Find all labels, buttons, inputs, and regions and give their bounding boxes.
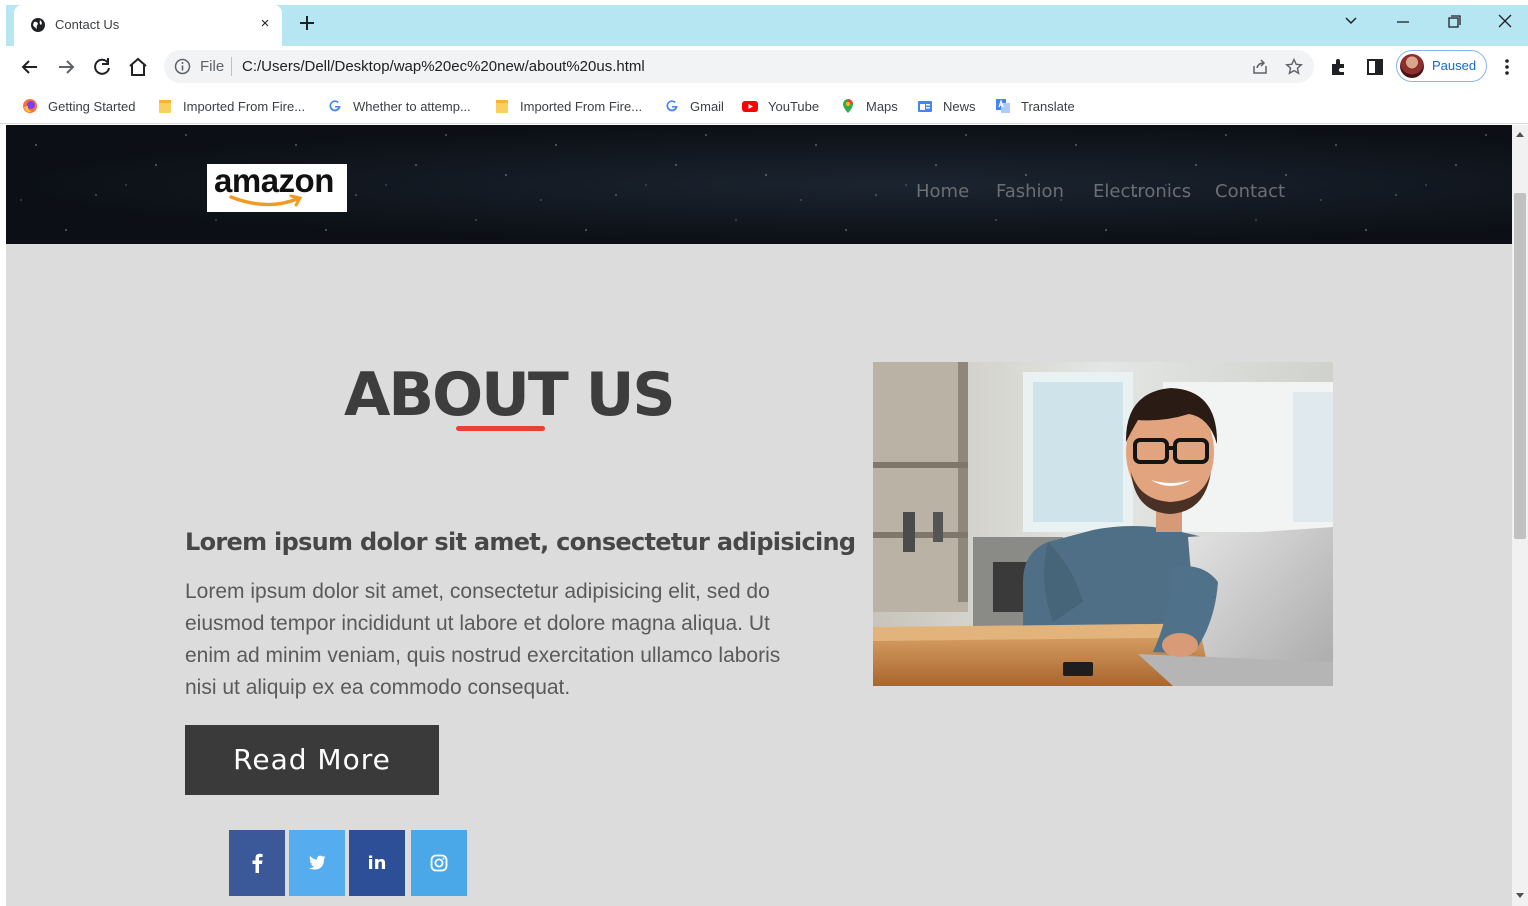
translate-icon (995, 98, 1011, 114)
bookmark-label: Gmail (690, 98, 724, 114)
nav-contact[interactable]: Contact (1215, 181, 1285, 202)
bookmarks-bar: Getting Started Imported From Fire... Wh… (0, 88, 1528, 124)
address-url[interactable]: C:/Users/Dell/Desktop/wap%20ec%20new/abo… (242, 58, 645, 75)
forward-arrow-icon[interactable] (54, 55, 78, 79)
title-underline (456, 426, 545, 431)
bookmark-youtube[interactable]: YouTube (742, 95, 819, 117)
twitter-icon (308, 855, 326, 870)
scroll-down-arrow-icon[interactable] (1516, 893, 1524, 898)
bookmark-whether-to-attempt[interactable]: Whether to attemp... (327, 95, 471, 117)
logo-wordmark: amazon (214, 162, 334, 199)
bookmark-label: Imported From Fire... (183, 98, 306, 114)
more-menu-icon[interactable] (1496, 56, 1518, 78)
reload-icon[interactable] (90, 55, 114, 79)
bookmark-label: Imported From Fire... (520, 98, 643, 114)
about-lead-heading: Lorem ipsum dolor sit amet, consectetur … (185, 528, 856, 556)
youtube-icon (742, 98, 758, 114)
share-icon[interactable] (1250, 57, 1270, 77)
bookmark-gmail[interactable]: Gmail (664, 95, 724, 117)
nav-home[interactable]: Home (916, 181, 969, 202)
avatar (1400, 54, 1424, 78)
bookmark-label: Translate (1021, 98, 1075, 114)
home-icon[interactable] (126, 55, 150, 79)
tab-title: Contact Us (55, 17, 120, 32)
browser-tab[interactable]: Contact Us × (14, 5, 282, 46)
profile-button[interactable]: Paused (1396, 50, 1487, 82)
instagram-button[interactable] (411, 830, 467, 896)
bookmark-label: Maps (866, 98, 898, 114)
profile-status-label: Paused (1432, 58, 1477, 73)
globe-icon (31, 18, 45, 32)
scheme-label: File (200, 58, 225, 75)
close-window-icon[interactable] (1492, 10, 1518, 32)
info-icon[interactable] (174, 58, 191, 75)
google-icon (327, 98, 343, 114)
twitter-button[interactable] (289, 830, 345, 896)
side-panel-icon[interactable] (1364, 56, 1386, 78)
nav-electronics[interactable]: Electronics (1093, 181, 1191, 202)
page-scrollbar[interactable] (1512, 125, 1528, 906)
page-viewport: amazon Home Fashion Electronics Contact … (6, 125, 1512, 906)
google-icon (664, 98, 680, 114)
bookmark-imported-folder-2[interactable]: Imported From Fire... (494, 95, 642, 117)
bookmark-label: Getting Started (48, 98, 136, 114)
scrollbar-thumb[interactable] (1514, 193, 1526, 539)
extensions-puzzle-icon[interactable] (1328, 56, 1350, 78)
facebook-button[interactable] (229, 830, 285, 896)
address-divider (231, 57, 232, 76)
bookmark-maps[interactable]: Maps (840, 95, 898, 117)
bookmark-imported-folder-1[interactable]: Imported From Fire... (157, 95, 305, 117)
site-logo[interactable]: amazon (207, 164, 347, 212)
browser-toolbar: File C:/Users/Dell/Desktop/wap%20ec%20ne… (0, 46, 1528, 88)
maps-icon (840, 98, 856, 114)
site-header: amazon Home Fashion Electronics Contact (6, 125, 1512, 244)
bookmark-translate[interactable]: Translate (995, 95, 1075, 117)
page-title: ABOUT US (344, 360, 676, 430)
bookmark-news[interactable]: News (917, 95, 976, 117)
bookmark-label: YouTube (768, 98, 820, 114)
linkedin-button[interactable]: in (349, 830, 405, 896)
folder-icon (494, 98, 510, 114)
bookmark-star-icon[interactable] (1284, 57, 1304, 77)
tab-search-chevron-icon[interactable] (1338, 10, 1364, 32)
linkedin-icon: in (367, 852, 387, 874)
back-arrow-icon[interactable] (18, 55, 42, 79)
bookmark-label: Whether to attemp... (353, 98, 471, 114)
scroll-up-arrow-icon[interactable] (1516, 132, 1524, 137)
restore-icon[interactable] (1441, 10, 1467, 32)
firefox-icon (22, 98, 38, 114)
man-at-laptop-photo (873, 362, 1333, 686)
about-body-text: Lorem ipsum dolor sit amet, consectetur … (185, 580, 781, 699)
read-more-button[interactable]: Read More (185, 725, 439, 795)
news-icon (917, 98, 933, 114)
minimize-icon[interactable] (1390, 10, 1416, 32)
new-tab-icon[interactable] (296, 12, 318, 34)
bookmark-label: News (943, 98, 976, 114)
address-bar[interactable]: File C:/Users/Dell/Desktop/wap%20ec%20ne… (164, 50, 1314, 83)
bookmark-getting-started[interactable]: Getting Started (22, 95, 135, 117)
instagram-icon (430, 854, 448, 872)
amazon-smile-icon (229, 194, 303, 207)
nav-fashion[interactable]: Fashion (996, 181, 1064, 202)
folder-icon (157, 98, 173, 114)
tab-close-icon[interactable]: × (256, 15, 274, 33)
facebook-icon (252, 853, 263, 873)
tab-strip: Contact Us × (0, 0, 1528, 46)
